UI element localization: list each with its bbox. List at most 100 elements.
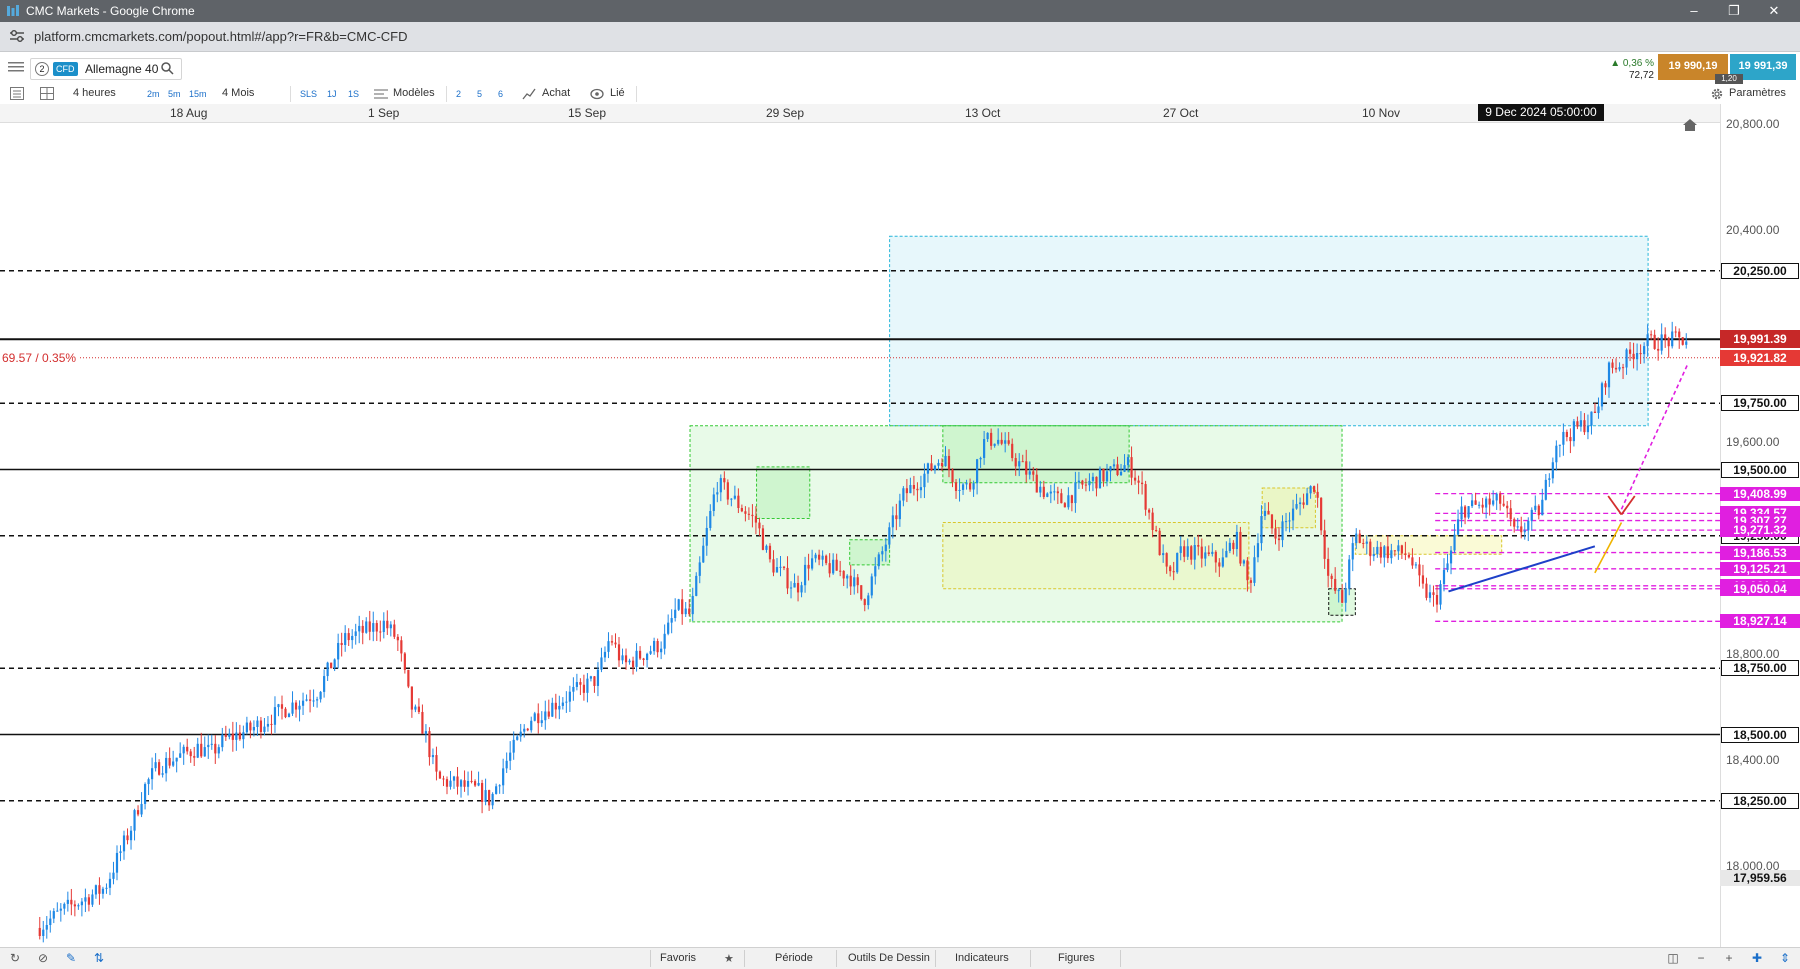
home-icon[interactable] <box>1682 118 1698 132</box>
period-button[interactable]: Période <box>775 952 813 964</box>
candle-body <box>1376 546 1379 555</box>
candle-body <box>1221 557 1224 567</box>
drawing-tools-button[interactable]: Outils De Dessin <box>848 952 930 964</box>
gear-icon[interactable] <box>1710 87 1724 101</box>
interval-5m[interactable]: 5m <box>168 89 181 99</box>
range-1j[interactable]: 1J <box>327 89 337 99</box>
price-chart[interactable] <box>0 122 1720 947</box>
candle-body <box>758 522 761 529</box>
star-icon[interactable]: ★ <box>724 952 734 965</box>
candle-body <box>768 545 772 560</box>
site-settings-icon[interactable] <box>9 29 25 43</box>
search-icon[interactable] <box>161 62 174 75</box>
range-dropdown[interactable]: 4 Mois <box>222 87 254 99</box>
candle-body <box>1295 504 1298 509</box>
buy-button[interactable]: Achat <box>542 87 570 99</box>
no-entry-icon[interactable]: ⊘ <box>36 951 50 965</box>
candle-body <box>509 752 512 761</box>
candle-body <box>438 771 442 779</box>
templates-icon[interactable] <box>374 88 388 100</box>
candle-body <box>126 835 129 841</box>
menu-icon[interactable] <box>8 60 24 74</box>
price-change-percent: ▲ 0,36 % <box>1610 58 1654 69</box>
interval-15m[interactable]: 15m <box>189 89 207 99</box>
minimize-button[interactable]: – <box>1680 2 1708 20</box>
price-tick-label: 20,400.00 <box>1726 223 1780 237</box>
candle-body <box>1235 531 1238 550</box>
candle-body <box>287 713 291 718</box>
interval-dropdown[interactable]: 4 heures <box>73 87 116 99</box>
candle-body <box>716 492 719 495</box>
linked-button[interactable]: Lié <box>610 87 625 99</box>
candle-body <box>649 651 652 654</box>
candle-body <box>1060 493 1063 504</box>
candle-body <box>305 699 308 701</box>
layout-grid-icon[interactable] <box>40 87 54 100</box>
instrument-selector[interactable]: 2 CFD Allemagne 40 <box>30 58 182 80</box>
fit-icon[interactable]: ⇕ <box>1778 951 1792 965</box>
instrument-name: Allemagne 40 <box>85 62 159 76</box>
layout-6[interactable]: 6 <box>498 89 503 99</box>
candle-body <box>105 887 108 889</box>
crosshair-icon[interactable]: ✚ <box>1750 951 1764 965</box>
candle-body <box>1267 510 1270 515</box>
link-icon[interactable] <box>590 88 604 100</box>
bottom-divider <box>744 950 745 967</box>
candle-body <box>691 595 694 615</box>
candle-body <box>498 785 501 787</box>
candle-body <box>1162 553 1165 556</box>
candle-body <box>1411 557 1414 566</box>
settings-button[interactable]: Paramètres <box>1729 87 1786 99</box>
layout-2[interactable]: 2 <box>456 89 461 99</box>
candle-body <box>1478 504 1481 506</box>
candle-body <box>400 640 403 654</box>
favorites-button[interactable]: Favoris <box>660 952 696 964</box>
candle-body <box>442 778 445 780</box>
candle-body <box>919 487 923 491</box>
candle-body <box>926 463 930 474</box>
candle-body <box>1348 559 1351 589</box>
zoom-out-icon[interactable]: − <box>1694 951 1708 965</box>
expand-icon[interactable]: ◫ <box>1666 951 1680 965</box>
buy-tool-icon[interactable] <box>522 87 536 101</box>
candle-body <box>1123 465 1126 472</box>
address-bar[interactable]: platform.cmcmarkets.com/popout.html#/app… <box>0 22 1800 52</box>
candle-body <box>814 554 817 559</box>
zoom-in-icon[interactable]: + <box>1722 951 1736 965</box>
candle-body <box>193 756 196 758</box>
candle-body <box>143 784 147 804</box>
candle-body <box>473 781 477 786</box>
candle-body <box>1590 411 1593 426</box>
candle-body <box>1499 493 1502 504</box>
refresh-icon[interactable]: ↻ <box>8 951 22 965</box>
range-1s[interactable]: 1S <box>348 89 359 99</box>
layout-5[interactable]: 5 <box>477 89 482 99</box>
candle-body <box>256 720 259 728</box>
candle-body <box>1572 421 1576 442</box>
templates-button[interactable]: Modèles <box>393 87 435 99</box>
arrows-icon[interactable]: ⇅ <box>92 951 106 965</box>
restore-button[interactable]: ❐ <box>1720 2 1748 20</box>
figures-button[interactable]: Figures <box>1058 952 1095 964</box>
candle-body <box>930 463 933 471</box>
candle-body <box>330 662 333 669</box>
indicators-button[interactable]: Indicateurs <box>955 952 1009 964</box>
candle-body <box>1190 546 1193 560</box>
cfd-badge: CFD <box>53 62 78 76</box>
pencil-icon[interactable]: ✎ <box>64 951 78 965</box>
candle-body <box>740 507 743 512</box>
url-text[interactable]: platform.cmcmarkets.com/popout.html#/app… <box>34 29 408 44</box>
list-icon[interactable] <box>10 87 24 100</box>
candle-body <box>1446 563 1449 570</box>
candle-body <box>902 488 905 501</box>
close-window-button[interactable]: ✕ <box>1760 2 1788 20</box>
candle-body <box>1362 542 1365 544</box>
candle-body <box>1007 440 1010 444</box>
candle-body <box>1088 480 1091 486</box>
range-sls[interactable]: SLS <box>300 89 317 99</box>
candle-body <box>1130 457 1133 478</box>
interval-2m[interactable]: 2m <box>147 89 160 99</box>
candle-body <box>1369 541 1372 557</box>
candle-body <box>87 897 91 905</box>
candle-body <box>1193 545 1196 560</box>
